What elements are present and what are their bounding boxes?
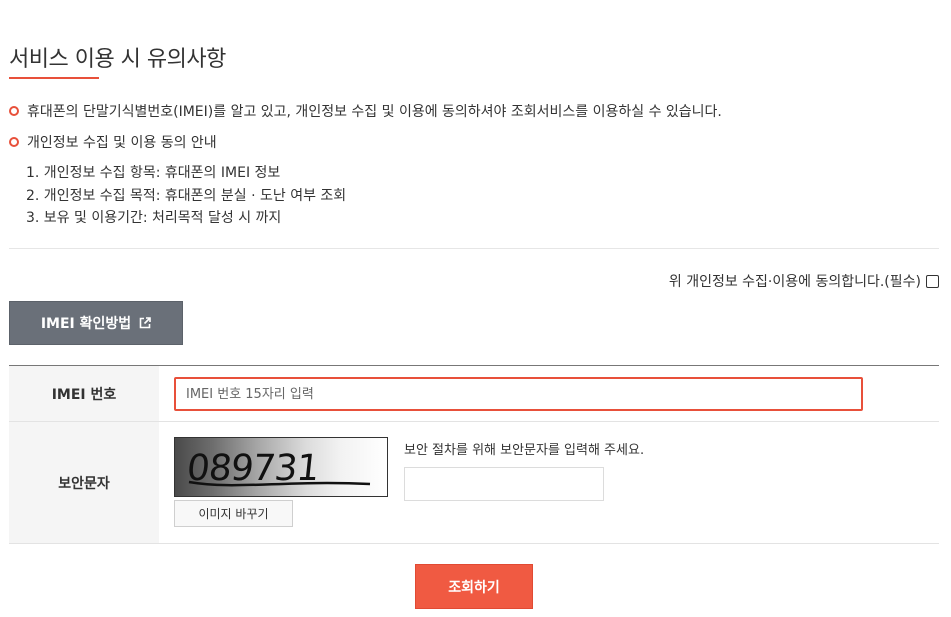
imei-label: IMEI 번호 xyxy=(9,366,159,421)
privacy-info-item: 1. 개인정보 수집 항목: 휴대폰의 IMEI 정보 xyxy=(26,165,281,181)
captcha-image: 089731 xyxy=(174,437,388,497)
circle-bullet-icon xyxy=(9,106,19,116)
privacy-info-list: 1. 개인정보 수집 항목: 휴대폰의 IMEI 정보 2. 개인정보 수집 목… xyxy=(26,162,346,230)
circle-bullet-icon xyxy=(9,137,19,147)
security-row: 보안문자 089731 이미지 바꾸기 보안 절차를 위해 보안문자를 입력해 … xyxy=(9,422,939,544)
security-label: 보안문자 xyxy=(9,422,159,543)
imei-input[interactable] xyxy=(174,377,863,411)
external-link-icon xyxy=(139,317,151,329)
agreement-row[interactable]: 위 개인정보 수집·이용에 동의합니다.(필수) xyxy=(669,271,939,291)
notice-item: 휴대폰의 단말기식별번호(IMEI)를 알고 있고, 개인정보 수집 및 이용에… xyxy=(9,101,722,121)
notice-item: 개인정보 수집 및 이용 동의 안내 xyxy=(9,132,217,152)
refresh-captcha-button[interactable]: 이미지 바꾸기 xyxy=(174,500,293,527)
submit-button[interactable]: 조회하기 xyxy=(415,564,533,609)
notice-text: 개인정보 수집 및 이용 동의 안내 xyxy=(27,135,217,151)
privacy-info-item: 3. 보유 및 이용기간: 처리목적 달성 시 까지 xyxy=(26,210,282,226)
section-divider xyxy=(9,248,939,249)
notice-text: 휴대폰의 단말기식별번호(IMEI)를 알고 있고, 개인정보 수집 및 이용에… xyxy=(27,104,722,120)
agreement-checkbox[interactable] xyxy=(926,274,939,288)
captcha-noise-line xyxy=(188,480,371,487)
agreement-label[interactable]: 위 개인정보 수집·이용에 동의합니다.(필수) xyxy=(669,271,921,291)
title-underline xyxy=(9,77,99,79)
privacy-info-item: 2. 개인정보 수집 목적: 휴대폰의 분실 · 도난 여부 조회 xyxy=(26,187,347,204)
page-title: 서비스 이용 시 유의사항 xyxy=(9,46,226,72)
imei-guide-button[interactable]: IMEI 확인방법 xyxy=(9,301,183,345)
imei-guide-label: IMEI 확인방법 xyxy=(40,316,132,332)
security-hint: 보안 절차를 위해 보안문자를 입력해 주세요. xyxy=(404,443,645,458)
security-code-input[interactable] xyxy=(404,467,604,501)
imei-row: IMEI 번호 xyxy=(9,366,939,422)
